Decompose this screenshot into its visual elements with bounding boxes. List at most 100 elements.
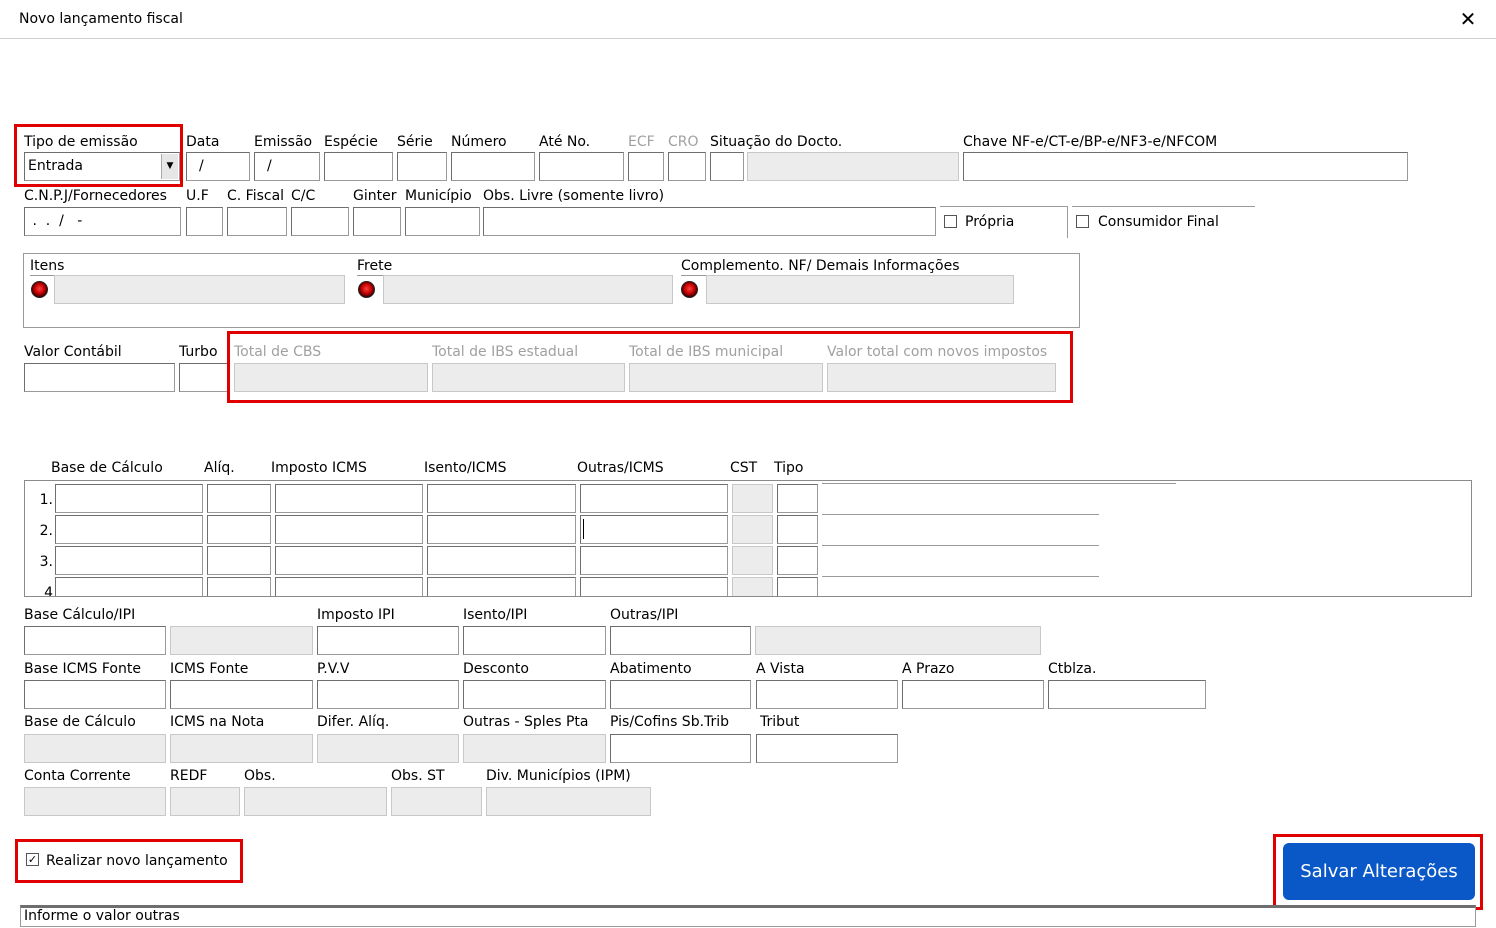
imposto-ipi-field[interactable] xyxy=(317,626,459,655)
row4-outras-cell[interactable] xyxy=(580,577,728,596)
difer-aliq-field xyxy=(317,734,459,763)
ecf-field[interactable] xyxy=(628,152,664,181)
especie-field[interactable] xyxy=(324,152,393,181)
tribut-field[interactable] xyxy=(756,734,898,763)
row4-base-cell[interactable] xyxy=(55,577,203,596)
outras-ipi-field[interactable] xyxy=(610,626,751,655)
cc-field[interactable] xyxy=(291,207,349,236)
chave-field[interactable] xyxy=(963,152,1408,181)
aliq-ipi-field xyxy=(170,626,313,655)
isento-ipi-field[interactable] xyxy=(463,626,606,655)
obs-livre-field[interactable] xyxy=(483,207,936,236)
base-ipi-label: Base Cálculo/IPI xyxy=(24,607,136,623)
icms-nota-label: ICMS na Nota xyxy=(170,714,265,730)
valor-contabil-label: Valor Contábil xyxy=(24,344,122,360)
row1-cst-cell xyxy=(732,484,773,513)
row1-aliq-cell[interactable] xyxy=(207,484,271,513)
close-icon[interactable]: ✕ xyxy=(1456,6,1480,32)
tipo-emissao-value: Entrada xyxy=(28,158,84,174)
redf-label: REDF xyxy=(170,768,208,784)
turbo-field[interactable] xyxy=(179,363,229,392)
row2-isento-cell[interactable] xyxy=(427,515,576,544)
base-calculo-field xyxy=(24,734,166,763)
ate-no-field[interactable] xyxy=(539,152,624,181)
tipo-emissao-select[interactable]: Entrada ▼ xyxy=(24,152,180,181)
realizar-novo-checkbox[interactable]: ✓ xyxy=(26,853,39,866)
cfiscal-field[interactable] xyxy=(227,207,287,236)
uf-field[interactable] xyxy=(186,207,223,236)
desconto-field[interactable] xyxy=(463,680,606,709)
row-separator xyxy=(822,514,1099,515)
obs-st-label: Obs. ST xyxy=(391,768,445,784)
municipio-field[interactable] xyxy=(405,207,480,236)
situacao-code-field[interactable] xyxy=(710,152,744,181)
row-number: 4 xyxy=(44,585,53,597)
complemento-indicator-icon[interactable] xyxy=(681,281,698,298)
ginter-field[interactable] xyxy=(353,207,401,236)
itens-indicator-icon[interactable] xyxy=(31,281,48,298)
row1-base-cell[interactable] xyxy=(55,484,203,513)
row4-isento-cell[interactable] xyxy=(427,577,576,596)
icms-table: 1. 2. 3. 4 xyxy=(24,480,1472,597)
propria-checkbox[interactable] xyxy=(944,215,957,228)
abatimento-label: Abatimento xyxy=(610,661,692,677)
row3-imposto-cell[interactable] xyxy=(275,546,423,575)
row2-outras-cell[interactable] xyxy=(580,515,728,544)
a-prazo-label: A Prazo xyxy=(902,661,955,677)
row3-tipo-cell[interactable] xyxy=(777,546,818,575)
emissao-field[interactable]: / xyxy=(254,152,320,181)
icms-fonte-field[interactable] xyxy=(170,680,313,709)
cnpj-field[interactable]: . . / - xyxy=(24,207,181,236)
frete-field xyxy=(383,275,673,304)
pvv-field[interactable] xyxy=(317,680,459,709)
row3-isento-cell[interactable] xyxy=(427,546,576,575)
row1-tipo-cell[interactable] xyxy=(777,484,818,513)
pis-cofins-field[interactable] xyxy=(610,734,751,763)
row1-isento-cell[interactable] xyxy=(427,484,576,513)
serie-label: Série xyxy=(397,134,433,150)
row1-outras-cell[interactable] xyxy=(580,484,728,513)
base-icms-fonte-field[interactable] xyxy=(24,680,166,709)
row1-imposto-cell[interactable] xyxy=(275,484,423,513)
cfiscal-label: C. Fiscal xyxy=(227,188,285,204)
ctblza-field[interactable] xyxy=(1048,680,1206,709)
consumidor-final-checkbox[interactable] xyxy=(1076,215,1089,228)
row3-base-cell[interactable] xyxy=(55,546,203,575)
col-base-calculo: Base de Cálculo xyxy=(51,460,163,476)
row2-imposto-cell[interactable] xyxy=(275,515,423,544)
col-cst: CST xyxy=(730,460,758,476)
a-vista-field[interactable] xyxy=(756,680,898,709)
row3-outras-cell[interactable] xyxy=(580,546,728,575)
propria-label: Própria xyxy=(965,214,1015,230)
base-ipi-field[interactable] xyxy=(24,626,166,655)
data-field[interactable]: / xyxy=(186,152,250,181)
numero-field[interactable] xyxy=(451,152,535,181)
desconto-label: Desconto xyxy=(463,661,529,677)
valor-contabil-field[interactable] xyxy=(24,363,175,392)
serie-field[interactable] xyxy=(397,152,447,181)
save-button[interactable]: Salvar Alterações xyxy=(1283,843,1475,900)
numero-label: Número xyxy=(451,134,507,150)
row4-tipo-cell[interactable] xyxy=(777,577,818,596)
row4-aliq-cell[interactable] xyxy=(207,577,271,596)
complemento-label: Complemento. NF/ Demais Informações xyxy=(681,258,960,274)
cro-field[interactable] xyxy=(668,152,706,181)
a-vista-label: A Vista xyxy=(756,661,805,677)
row2-base-cell[interactable] xyxy=(55,515,203,544)
a-prazo-field[interactable] xyxy=(902,680,1044,709)
row3-aliq-cell[interactable] xyxy=(207,546,271,575)
row2-tipo-cell[interactable] xyxy=(777,515,818,544)
redf-field xyxy=(170,787,240,816)
col-aliq: Alíq. xyxy=(204,460,235,476)
row2-aliq-cell[interactable] xyxy=(207,515,271,544)
chevron-down-icon[interactable]: ▼ xyxy=(161,154,178,179)
row4-imposto-cell[interactable] xyxy=(275,577,423,596)
cro-label: CRO xyxy=(668,134,699,150)
text-cursor xyxy=(583,519,584,539)
situacao-desc-field xyxy=(747,152,959,181)
ctblza-label: Ctblza. xyxy=(1048,661,1097,677)
isento-ipi-label: Isento/IPI xyxy=(463,607,528,623)
abatimento-field[interactable] xyxy=(610,680,751,709)
frete-indicator-icon[interactable] xyxy=(358,281,375,298)
cc-label: C/C xyxy=(291,188,316,204)
